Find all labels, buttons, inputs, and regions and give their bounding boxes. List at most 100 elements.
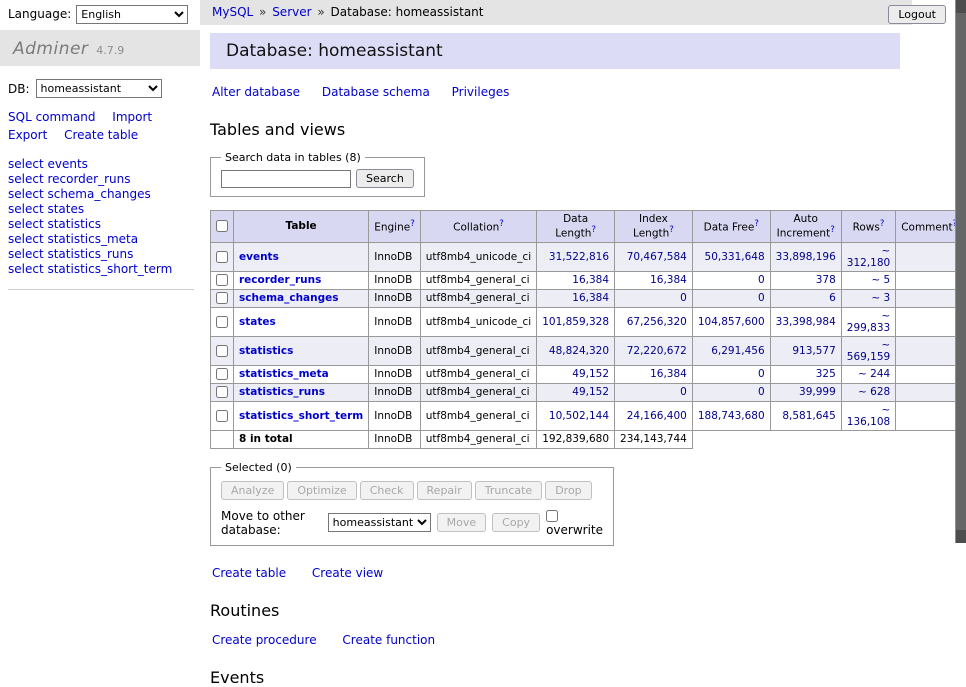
logout-button[interactable]: Logout <box>888 5 946 24</box>
sidebar-item-select-statistics-runs[interactable]: select statistics_runs <box>8 247 194 261</box>
breadcrumb-separator: » <box>255 5 270 19</box>
rows-count-link[interactable]: ~ 569,159 <box>847 339 890 363</box>
sidebar-links: SQL command Import Export Create table <box>8 108 180 144</box>
table-link-schema-changes[interactable]: schema_changes <box>239 292 339 304</box>
vertical-scrollbar[interactable] <box>955 0 966 543</box>
link-create-view[interactable]: Create view <box>312 566 383 580</box>
overwrite-checkbox[interactable] <box>546 510 558 522</box>
main-content: Database: homeassistant Alter database D… <box>210 33 910 687</box>
action-link-alter-database[interactable]: Alter database <box>212 85 300 99</box>
data-free-cell: 0 <box>692 289 770 307</box>
row-checkbox[interactable] <box>216 316 228 328</box>
table-row-events: eventsInnoDButf8mb4_unicode_ci31,522,816… <box>211 242 963 271</box>
rows-count-link[interactable]: ~ 3 <box>871 292 890 304</box>
sidebar-link-export[interactable]: Export <box>8 128 47 142</box>
optimize-button[interactable]: Optimize <box>287 481 356 500</box>
index-length-cell: 0 <box>615 289 693 307</box>
routines-heading: Routines <box>210 601 910 620</box>
sidebar-item-select-schema-changes[interactable]: select schema_changes <box>8 187 194 201</box>
select-all-checkbox[interactable] <box>216 220 228 232</box>
link-create-procedure[interactable]: Create procedure <box>212 633 317 647</box>
sidebar-item-select-statistics[interactable]: select statistics <box>8 217 194 231</box>
sidebar-link-create-table[interactable]: Create table <box>64 128 138 142</box>
help-question-link[interactable]: ? <box>830 225 835 235</box>
db-select[interactable]: homeassistant <box>36 79 162 98</box>
sidebar-link-sql-command[interactable]: SQL command <box>8 110 95 124</box>
index-length-cell: 67,256,320 <box>615 307 693 336</box>
row-checkbox[interactable] <box>216 345 228 357</box>
rows-count-link[interactable]: ~ 299,833 <box>847 310 890 334</box>
language-label: Language: <box>8 7 71 21</box>
help-question-link[interactable]: ? <box>669 225 674 235</box>
rows-count-link[interactable]: ~ 136,108 <box>847 404 890 428</box>
app-version: 4.7.9 <box>96 44 124 57</box>
breadcrumb-link-mysql[interactable]: MySQL <box>212 5 253 19</box>
breadcrumb-link-server[interactable]: Server <box>272 5 311 19</box>
auto-increment-cell: 33,398,984 <box>770 307 841 336</box>
language-select[interactable]: English <box>76 5 188 24</box>
link-create-table[interactable]: Create table <box>212 566 286 580</box>
rows-count-link[interactable]: ~ 5 <box>871 274 890 286</box>
table-link-statistics-short-term[interactable]: statistics_short_term <box>239 410 363 422</box>
help-question-link[interactable]: ? <box>499 219 504 229</box>
help-question-link[interactable]: ? <box>410 219 415 229</box>
help-question-link[interactable]: ? <box>591 225 596 235</box>
rows-count-link[interactable]: ~ 244 <box>858 368 890 380</box>
table-link-recorder-runs[interactable]: recorder_runs <box>239 274 321 286</box>
help-question-link[interactable]: ? <box>880 219 885 229</box>
row-checkbox[interactable] <box>216 274 228 286</box>
check-button[interactable]: Check <box>360 481 414 500</box>
row-checkbox[interactable] <box>216 410 228 422</box>
rows-cell: ~ 628 <box>841 383 895 401</box>
comment-cell <box>896 242 963 271</box>
selected-legend: Selected (0) <box>221 461 296 474</box>
sidebar-item-select-states[interactable]: select states <box>8 202 194 216</box>
breadcrumb-separator: » <box>314 5 329 19</box>
rows-cell: ~ 569,159 <box>841 336 895 365</box>
column-header-auto-increment: Auto Increment? <box>770 211 841 243</box>
tables-list-header: TableEngine?Collation?Data Length?Index … <box>211 211 963 243</box>
move-db-select[interactable]: homeassistant <box>328 513 431 532</box>
action-link-privileges[interactable]: Privileges <box>452 85 510 99</box>
sidebar-item-select-events[interactable]: select events <box>8 157 194 171</box>
table-link-statistics-meta[interactable]: statistics_meta <box>239 368 329 380</box>
repair-button[interactable]: Repair <box>417 481 472 500</box>
column-label: Data Length <box>555 213 591 240</box>
row-checkbox[interactable] <box>216 368 228 380</box>
action-link-database-schema[interactable]: Database schema <box>322 85 430 99</box>
sidebar-item-select-recorder-runs[interactable]: select recorder_runs <box>8 172 194 186</box>
column-header-engine: Engine? <box>369 211 421 243</box>
link-create-function[interactable]: Create function <box>342 633 435 647</box>
empty-cell <box>692 430 770 448</box>
truncate-button[interactable]: Truncate <box>475 481 542 500</box>
language-bar: Language: English <box>8 5 188 24</box>
collation-cell: utf8mb4_unicode_ci <box>420 242 536 271</box>
analyze-button[interactable]: Analyze <box>221 481 284 500</box>
help-question-link[interactable]: ? <box>754 219 759 229</box>
overwrite-label[interactable]: overwrite <box>546 523 603 537</box>
rows-cell: ~ 299,833 <box>841 307 895 336</box>
sidebar-item-select-statistics-short-term[interactable]: select statistics_short_term <box>8 262 194 276</box>
search-button[interactable]: Search <box>356 169 414 188</box>
rows-count-link[interactable]: ~ 312,180 <box>847 245 890 269</box>
sidebar-item-select-statistics-meta[interactable]: select statistics_meta <box>8 232 194 246</box>
row-checkbox-cell <box>211 289 234 307</box>
table-link-events[interactable]: events <box>239 251 279 263</box>
routine-links: Create procedure Create function <box>212 633 908 647</box>
row-checkbox[interactable] <box>216 251 228 263</box>
move-button[interactable]: Move <box>437 513 487 532</box>
table-link-statistics[interactable]: statistics <box>239 345 293 357</box>
row-checkbox-cell <box>211 271 234 289</box>
sidebar-link-import[interactable]: Import <box>112 110 152 124</box>
row-checkbox[interactable] <box>216 386 228 398</box>
table-link-states[interactable]: states <box>239 316 276 328</box>
table-link-statistics-runs[interactable]: statistics_runs <box>239 386 325 398</box>
empty-cell <box>841 430 895 448</box>
data-length-cell: 31,522,816 <box>537 242 615 271</box>
search-input[interactable] <box>221 170 351 188</box>
row-checkbox[interactable] <box>216 292 228 304</box>
copy-button[interactable]: Copy <box>492 513 540 532</box>
rows-count-link[interactable]: ~ 628 <box>858 386 890 398</box>
drop-button[interactable]: Drop <box>545 481 591 500</box>
column-header-collation: Collation? <box>420 211 536 243</box>
